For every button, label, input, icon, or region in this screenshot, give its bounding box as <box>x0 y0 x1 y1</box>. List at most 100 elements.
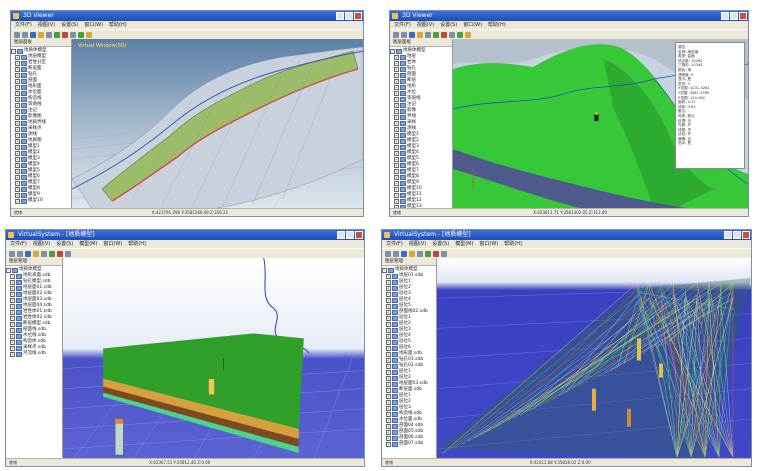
menu-view[interactable]: 视图(V) <box>33 240 50 248</box>
expand-icon[interactable]: + <box>15 186 20 192</box>
3d-viewport[interactable]: Virtual Window(3D) <box>72 39 363 209</box>
expand-icon[interactable]: + <box>15 54 20 60</box>
zoom-icon[interactable] <box>33 250 39 257</box>
expand-icon[interactable]: + <box>15 84 20 90</box>
expand-icon[interactable]: + <box>386 363 391 369</box>
minimize-button[interactable] <box>721 12 729 20</box>
tree-item[interactable]: + 模型10 <box>11 198 71 204</box>
menu-settings[interactable]: 设置(S) <box>61 21 78 29</box>
light-icon[interactable] <box>86 31 92 38</box>
menu-window[interactable]: 窗口(W) <box>463 21 482 29</box>
expand-icon[interactable]: + <box>394 150 399 156</box>
3d-viewport[interactable] <box>437 258 751 459</box>
expand-icon[interactable]: + <box>386 417 391 423</box>
menu-window[interactable]: 窗口(W) <box>84 21 103 29</box>
menu-window[interactable]: 窗口(W) <box>103 240 122 248</box>
expand-icon[interactable]: + <box>15 162 20 168</box>
light-icon[interactable] <box>465 31 471 38</box>
expand-icon[interactable]: + <box>386 411 391 417</box>
expand-icon[interactable]: + <box>394 60 399 66</box>
menu-settings[interactable]: 设置(S) <box>432 240 449 248</box>
expand-icon[interactable]: + <box>10 297 15 303</box>
borehole-2[interactable] <box>114 418 124 456</box>
expand-icon[interactable]: + <box>10 327 15 333</box>
select-icon[interactable] <box>57 250 63 257</box>
new-icon[interactable] <box>9 250 15 257</box>
expand-icon[interactable]: + <box>386 393 391 399</box>
save-icon[interactable] <box>30 31 36 38</box>
expand-icon[interactable]: + <box>386 279 391 285</box>
expand-icon[interactable]: − <box>11 48 16 54</box>
close-button[interactable] <box>354 12 362 20</box>
expand-icon[interactable]: + <box>386 435 391 441</box>
expand-icon[interactable]: + <box>394 72 399 78</box>
menu-help[interactable]: 帮助(H) <box>109 21 127 29</box>
expand-icon[interactable]: + <box>386 441 391 447</box>
expand-icon[interactable]: + <box>394 90 399 96</box>
expand-icon[interactable]: − <box>6 267 11 273</box>
zoom-icon[interactable] <box>409 250 415 257</box>
minimize-button[interactable] <box>724 231 732 239</box>
expand-icon[interactable]: + <box>394 96 399 102</box>
zoom-icon[interactable] <box>417 31 423 38</box>
pan-icon[interactable] <box>46 31 52 38</box>
expand-icon[interactable]: + <box>15 192 20 198</box>
maximize-button[interactable] <box>733 231 741 239</box>
new-icon[interactable] <box>385 250 391 257</box>
expand-icon[interactable]: + <box>394 114 399 120</box>
expand-icon[interactable]: + <box>386 339 391 345</box>
menu-help[interactable]: 帮助(H) <box>488 21 506 29</box>
menu-file[interactable]: 文件(F) <box>15 21 32 29</box>
title-bar[interactable]: 3D Viewer <box>390 11 748 21</box>
expand-icon[interactable]: + <box>386 303 391 309</box>
open-icon[interactable] <box>17 250 23 257</box>
menu-view[interactable]: 视图(V) <box>38 21 55 29</box>
expand-icon[interactable]: + <box>394 138 399 144</box>
expand-icon[interactable]: + <box>394 162 399 168</box>
pan-icon[interactable] <box>417 250 423 257</box>
expand-icon[interactable]: + <box>15 198 20 204</box>
minimize-button[interactable] <box>336 12 344 20</box>
expand-icon[interactable]: + <box>15 66 20 72</box>
expand-icon[interactable]: + <box>10 285 15 291</box>
expand-icon[interactable]: + <box>394 192 399 198</box>
menu-settings[interactable]: 设置(S) <box>440 21 457 29</box>
expand-icon[interactable]: + <box>15 78 20 84</box>
expand-icon[interactable]: + <box>10 321 15 327</box>
select-icon[interactable] <box>433 250 439 257</box>
expand-icon[interactable]: + <box>394 156 399 162</box>
expand-icon[interactable]: + <box>386 273 391 279</box>
menu-help[interactable]: 帮助(H) <box>504 240 522 248</box>
measure-icon[interactable] <box>70 31 76 38</box>
expand-icon[interactable]: + <box>386 285 391 291</box>
expand-icon[interactable]: + <box>386 309 391 315</box>
measure-icon[interactable] <box>449 31 455 38</box>
expand-icon[interactable]: + <box>386 351 391 357</box>
expand-icon[interactable]: + <box>15 120 20 126</box>
expand-icon[interactable]: + <box>386 369 391 375</box>
expand-icon[interactable]: + <box>394 198 399 204</box>
open-icon[interactable] <box>22 31 28 38</box>
save-icon[interactable] <box>409 31 415 38</box>
borehole-2[interactable] <box>592 388 596 411</box>
expand-icon[interactable]: + <box>394 132 399 138</box>
expand-icon[interactable]: + <box>15 90 20 96</box>
expand-icon[interactable]: + <box>15 96 20 102</box>
expand-icon[interactable]: + <box>386 399 391 405</box>
expand-icon[interactable]: + <box>386 291 391 297</box>
layer-icon[interactable] <box>457 31 463 38</box>
expand-icon[interactable]: + <box>394 186 399 192</box>
menu-file[interactable]: 文件(F) <box>394 21 411 29</box>
menu-view[interactable]: 视图(V) <box>417 21 434 29</box>
expand-icon[interactable]: + <box>15 132 20 138</box>
expand-icon[interactable]: + <box>15 168 20 174</box>
expand-icon[interactable]: + <box>386 423 391 429</box>
expand-icon[interactable]: + <box>10 339 15 345</box>
expand-icon[interactable]: + <box>394 78 399 84</box>
pan-icon[interactable] <box>41 250 47 257</box>
expand-icon[interactable]: + <box>394 120 399 126</box>
borehole-3[interactable] <box>659 363 663 378</box>
title-bar[interactable]: VirtualSystem - [地质模型] <box>6 230 364 240</box>
save-icon[interactable] <box>401 250 407 257</box>
borehole-1[interactable] <box>208 378 215 395</box>
